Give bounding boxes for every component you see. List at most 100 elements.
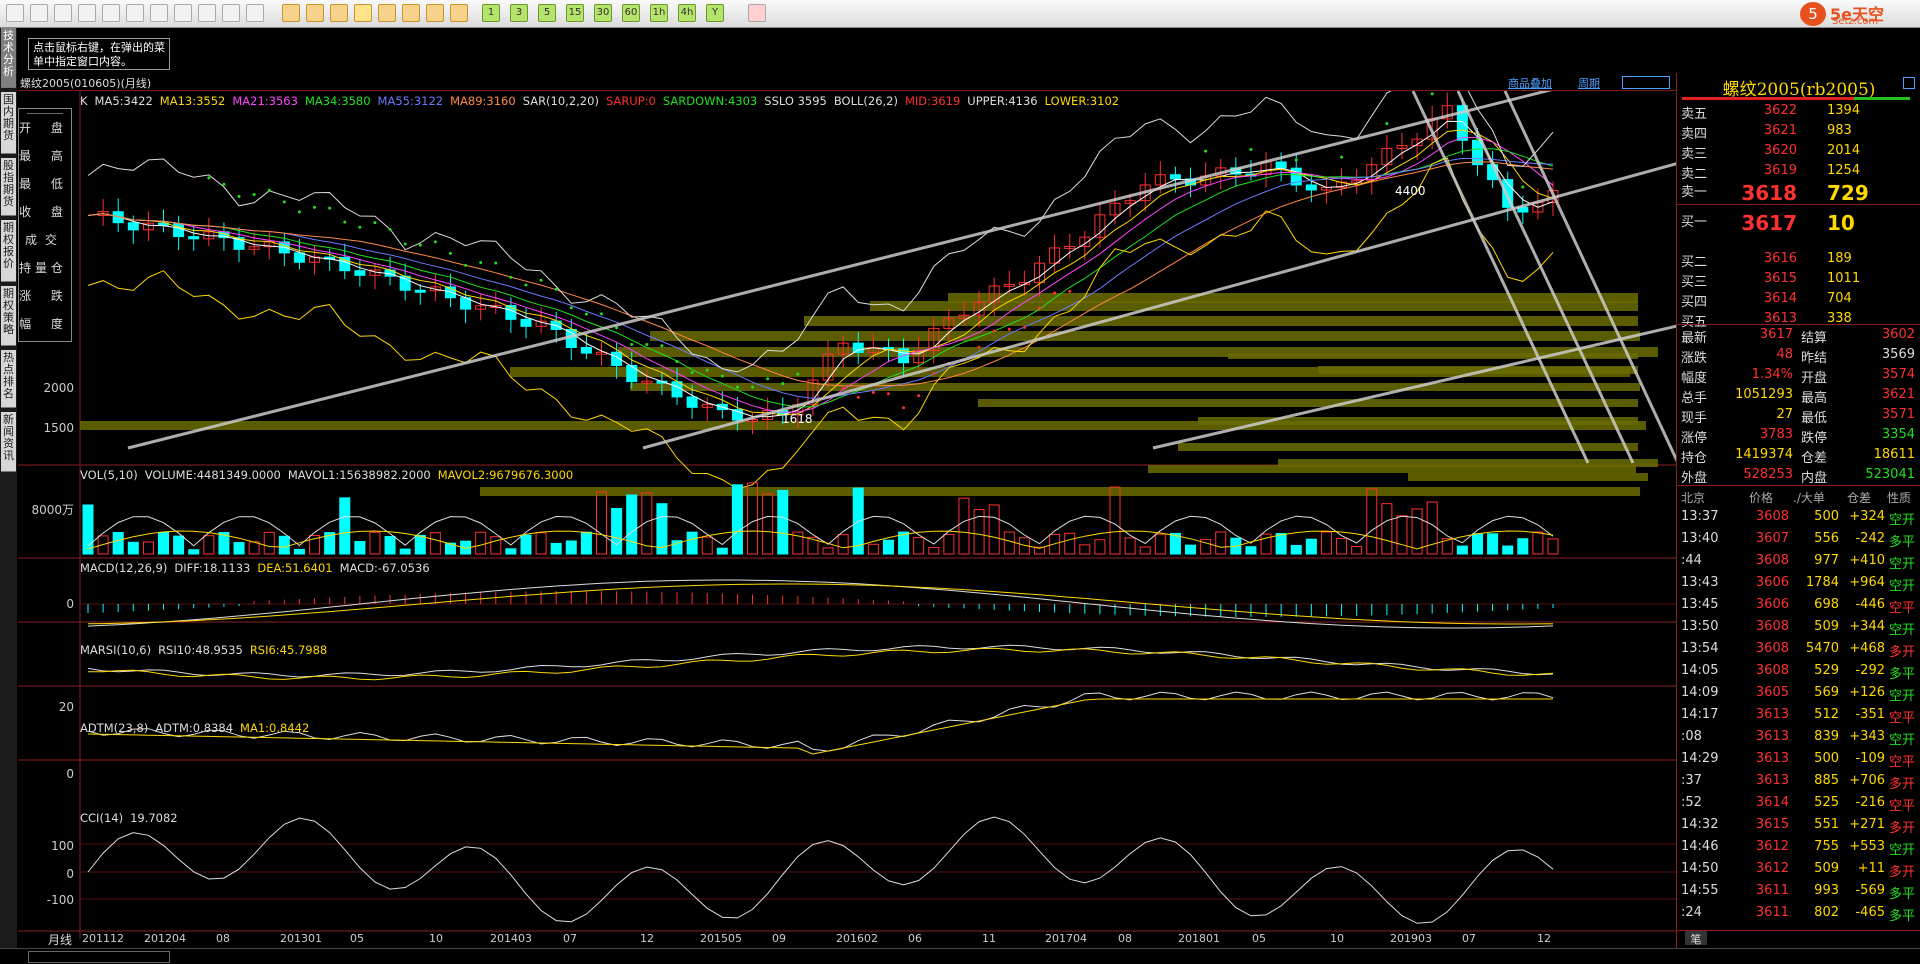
period-button-4[interactable]: 30 — [594, 4, 612, 22]
table-icon[interactable] — [282, 4, 300, 22]
sidebar-tab-6[interactable]: 新闻资讯 — [1, 412, 16, 472]
sidebar-tab-2[interactable]: 股指期货 — [1, 158, 16, 216]
volume-bar — [822, 547, 834, 555]
legend-item: MACD(12,26,9) — [80, 561, 168, 575]
chart-icon[interactable] — [306, 4, 324, 22]
volume-bar — [188, 549, 200, 555]
tick-volume: 512 — [1814, 707, 1839, 722]
sidebar-tab-1[interactable]: 国内期货 — [1, 92, 16, 154]
period-button-7[interactable]: 4h — [678, 4, 696, 22]
week-icon[interactable] — [378, 4, 396, 22]
stat-value: 3602 — [1881, 327, 1915, 342]
stat-key: 外盘 — [1681, 471, 1708, 486]
tick-time: 14:17 — [1681, 707, 1719, 722]
period-button-2[interactable]: 5 — [538, 4, 556, 22]
legend-item: SARDOWN:4303 — [662, 94, 758, 108]
quarter-icon[interactable] — [426, 4, 444, 22]
legend-item: ADTM(23,8) — [80, 721, 149, 735]
sar-dot — [328, 206, 332, 210]
period-button-1[interactable]: 3 — [510, 4, 528, 22]
legend-item: RSI10:48.9535 — [158, 643, 243, 657]
adtm-axis-label: 0 — [66, 767, 74, 781]
overlay-link[interactable]: 商品叠加 — [1508, 75, 1552, 91]
fenbi-icon[interactable] — [330, 4, 348, 22]
legend-item: SSLO 3595 — [764, 94, 827, 108]
stat-value: 3783 — [1759, 427, 1793, 442]
period-button-6[interactable]: 1h — [650, 4, 668, 22]
period-button-5[interactable]: 60 — [622, 4, 640, 22]
home-icon[interactable] — [6, 4, 24, 22]
x-axis-label: 201204 — [144, 932, 186, 945]
save-icon[interactable] — [30, 4, 48, 22]
legend-item: VOL(5,10) — [80, 468, 138, 482]
volume-bar — [837, 534, 849, 555]
sar-dot — [433, 240, 437, 244]
tick-time: 13:45 — [1681, 597, 1719, 612]
volume-bar — [1245, 546, 1257, 555]
day-icon[interactable] — [354, 4, 372, 22]
quote-title: 螺纹2005(rb2005) — [1677, 73, 1920, 100]
tick-price: 3613 — [1755, 773, 1789, 788]
open-icon[interactable] — [54, 4, 72, 22]
ask-volume: 1254 — [1827, 163, 1861, 178]
sidebar-tab-4[interactable]: 期权策略 — [1, 286, 16, 346]
moving-average-line — [87, 157, 1554, 399]
year-icon[interactable] — [450, 4, 468, 22]
sar-dot — [1385, 121, 1389, 125]
tick-oi-change: +11 — [1857, 861, 1885, 876]
ask-volume: 1394 — [1827, 103, 1861, 118]
sar-dot — [479, 261, 483, 265]
filter-icon[interactable] — [222, 4, 240, 22]
sar-dot — [1521, 185, 1525, 189]
sidebar-tab-0[interactable]: 技术分析 — [1, 28, 16, 88]
volume-bar — [339, 497, 351, 555]
news-icon[interactable] — [246, 4, 264, 22]
volume-bar — [535, 532, 547, 555]
stat-key: 最高 — [1801, 391, 1828, 406]
period-button-8[interactable]: Y — [706, 4, 724, 22]
period-button-0[interactable]: 1 — [482, 4, 500, 22]
adtm-indicator-legend: ADTM(23,8) ADTM:0.8384 MA1:0.8442 — [80, 721, 316, 735]
calendar-icon[interactable] — [748, 4, 766, 22]
sar-dot — [1294, 158, 1298, 162]
volume-bar — [112, 531, 124, 555]
tick-price: 3608 — [1755, 663, 1789, 678]
window-layout-icon[interactable] — [1622, 76, 1670, 89]
stat-key: 最新 — [1681, 331, 1708, 346]
kline-chart[interactable] — [18, 91, 1676, 961]
x-axis-label: 201403 — [490, 932, 532, 945]
footer-tab[interactable]: 笔 — [1685, 931, 1707, 946]
x-axis-label: 12 — [1537, 932, 1551, 945]
window-icon[interactable] — [150, 4, 168, 22]
refresh-icon[interactable] — [78, 4, 96, 22]
stat-value: 1051293 — [1735, 387, 1793, 402]
bid-volume: 10 — [1827, 211, 1855, 235]
sidebar-tab-5[interactable]: 热点排名 — [1, 350, 16, 408]
ask-price: 3622 — [1763, 103, 1797, 118]
search-icon[interactable] — [102, 4, 120, 22]
sar-dot — [992, 329, 996, 333]
sar-dot — [222, 182, 226, 186]
tick-row: 13:54 3608 5470 +468 多开 — [1677, 641, 1920, 662]
sidebar-tab-3[interactable]: 期权报价 — [1, 220, 16, 282]
draw-icon[interactable] — [174, 4, 192, 22]
legend-item: VOLUME:4481349.0000 — [144, 468, 281, 482]
period-button-3[interactable]: 15 — [566, 4, 584, 22]
tick-row: :08 3613 839 +343 空开 — [1677, 729, 1920, 750]
trend-line — [1456, 91, 1635, 464]
bid-price: 3615 — [1763, 271, 1797, 286]
tick-row: 13:45 3606 698 -446 空平 — [1677, 597, 1920, 618]
ask-label: 卖一 — [1681, 185, 1708, 200]
ask-label: 卖四 — [1681, 127, 1708, 142]
month-icon[interactable] — [402, 4, 420, 22]
volume-bar — [716, 547, 728, 555]
find-icon[interactable] — [126, 4, 144, 22]
stat-key: 现手 — [1681, 411, 1708, 426]
panel-toggle-icon[interactable] — [1903, 77, 1915, 89]
ask-label: 卖三 — [1681, 147, 1708, 162]
period-link[interactable]: 周期 — [1578, 75, 1600, 91]
sar-dot — [448, 251, 452, 255]
pen-icon[interactable] — [198, 4, 216, 22]
volume-profile-bar — [1178, 443, 1638, 451]
sar-dot — [766, 377, 770, 381]
